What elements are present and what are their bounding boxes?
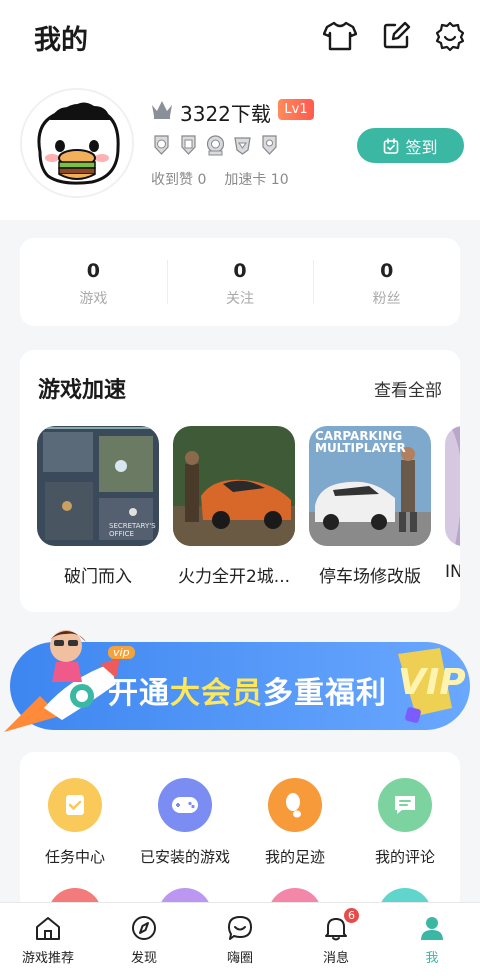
see-all-link[interactable]: 查看全部	[374, 376, 442, 401]
vip-small-tag: vip	[108, 646, 135, 659]
chat-bubble-icon	[228, 916, 252, 940]
medal-1-icon[interactable]	[152, 134, 171, 156]
medal-4-icon[interactable]	[233, 134, 252, 156]
profile-stats-line: 收到赞 0 加速卡 10	[151, 169, 289, 189]
level-badge: Lv1	[278, 99, 314, 120]
game-item[interactable]: SECRETARY'S OFFICE 破门而入	[37, 426, 159, 587]
game-item[interactable]: CARPARKING MULTIPLAYER 停车场修改版	[309, 426, 431, 587]
stat-fans[interactable]: 0 粉丝	[313, 238, 460, 326]
tshirt-icon[interactable]	[322, 18, 358, 54]
vip-banner-text: 开通 大会员 多重福利	[108, 668, 387, 712]
game-name: 破门而入	[64, 567, 132, 587]
section-title: 游戏加速	[38, 378, 127, 403]
game-item[interactable]: 火力全开2城...	[173, 426, 295, 587]
game-thumbnail[interactable]: CARPARKING MULTIPLAYER	[309, 426, 431, 546]
stat-value: 0	[380, 260, 394, 282]
unread-badge: 6	[342, 906, 361, 925]
nav-label: 游戏推荐	[21, 951, 74, 966]
gamepad-icon	[158, 778, 212, 832]
stat-games[interactable]: 0 游戏	[20, 238, 167, 326]
page-title: 我的	[34, 25, 88, 56]
edit-icon[interactable]	[378, 18, 414, 54]
signin-label: 签到	[405, 137, 438, 157]
stat-label: 粉丝	[372, 291, 401, 307]
menu-item-task-center[interactable]: 任务中心	[20, 778, 130, 867]
home-icon	[36, 917, 60, 940]
game-name: 火力全开2城...	[177, 567, 291, 587]
nav-item-hi-circle[interactable]: 嗨圈	[192, 903, 288, 980]
nav-item-messages[interactable]: 6 消息	[288, 903, 384, 980]
nav-item-me[interactable]: 我	[384, 903, 480, 980]
menu-item-my-comments[interactable]: 我的评论	[350, 778, 460, 867]
medal-list[interactable]	[152, 134, 279, 156]
menu-item-footprints[interactable]: 我的足迹	[240, 778, 350, 867]
menu-label: 任务中心	[44, 848, 105, 866]
calendar-check-icon	[384, 137, 399, 154]
menu-label: 已安装的游戏	[139, 848, 230, 866]
user-icon	[421, 917, 443, 940]
medal-5-icon[interactable]	[260, 134, 279, 156]
menu-row: 任务中心 已安装的游戏 我的足迹 我的评论	[20, 778, 460, 867]
medal-3-icon[interactable]	[206, 134, 225, 156]
game-thumbnail[interactable]	[173, 426, 295, 546]
nav-label: 我	[425, 951, 439, 966]
menu-item-installed-games[interactable]: 已安装的游戏	[130, 778, 240, 867]
bottom-nav: 游戏推荐 发现 嗨圈 6 消息 我	[0, 902, 480, 980]
username: 3322下载	[180, 102, 271, 126]
games-row: SECRETARY'S OFFICE 破门而入 火力全开2城... CARPAR…	[37, 426, 460, 587]
stat-following[interactable]: 0 关注	[166, 238, 314, 326]
stat-value: 0	[86, 260, 100, 282]
nav-label: 发现	[130, 951, 157, 966]
stats-card: 0 游戏 0 关注 0 粉丝	[20, 238, 460, 326]
vip-text-part2: 多重福利	[263, 676, 387, 711]
menu-label: 我的评论	[374, 848, 435, 866]
signin-button[interactable]: 签到	[357, 128, 464, 163]
game-name: 停车场修改版	[319, 567, 421, 587]
game-thumbnail[interactable]: SECRETARY'S OFFICE	[37, 426, 159, 546]
vip-text-part1: 开通	[108, 676, 170, 711]
thumb-caption: CARPARKING MULTIPLAYER	[315, 429, 406, 455]
nav-item-discover[interactable]: 发现	[96, 903, 192, 980]
vip-text-highlight: 大会员	[170, 676, 263, 711]
medal-2-icon[interactable]	[179, 134, 198, 156]
crown-icon	[150, 98, 174, 124]
nav-label: 嗨圈	[226, 951, 253, 966]
vip-banner[interactable]: 开通 大会员 多重福利 VIP vip	[0, 624, 480, 736]
nav-item-game-recommend[interactable]: 游戏推荐	[0, 903, 96, 980]
footprint-icon	[268, 778, 322, 832]
boost-cards: 加速卡 10	[224, 172, 289, 188]
stat-value: 0	[233, 260, 247, 282]
menu-label: 我的足迹	[264, 848, 325, 866]
game-item[interactable]: IN	[445, 426, 460, 587]
likes-received: 收到赞 0	[151, 172, 207, 188]
game-thumbnail[interactable]	[445, 426, 460, 546]
vip-logo: VIP	[398, 662, 466, 703]
menu-card: 任务中心 已安装的游戏 我的足迹 我的评论	[20, 752, 460, 912]
nav-label: 消息	[322, 951, 349, 966]
game-boost-card: 游戏加速 查看全部 SECRETARY'S OFFICE 破门而入 火力全开2城…	[20, 350, 460, 612]
avatar[interactable]	[22, 90, 132, 196]
comment-icon	[378, 778, 432, 832]
compass-icon	[132, 916, 156, 940]
settings-icon[interactable]	[432, 18, 468, 54]
game-name: IN	[445, 562, 460, 582]
stat-label: 关注	[226, 291, 254, 307]
stat-label: 游戏	[79, 291, 108, 307]
task-icon	[48, 778, 102, 832]
thumb-caption: SECRETARY'S OFFICE	[109, 522, 156, 538]
